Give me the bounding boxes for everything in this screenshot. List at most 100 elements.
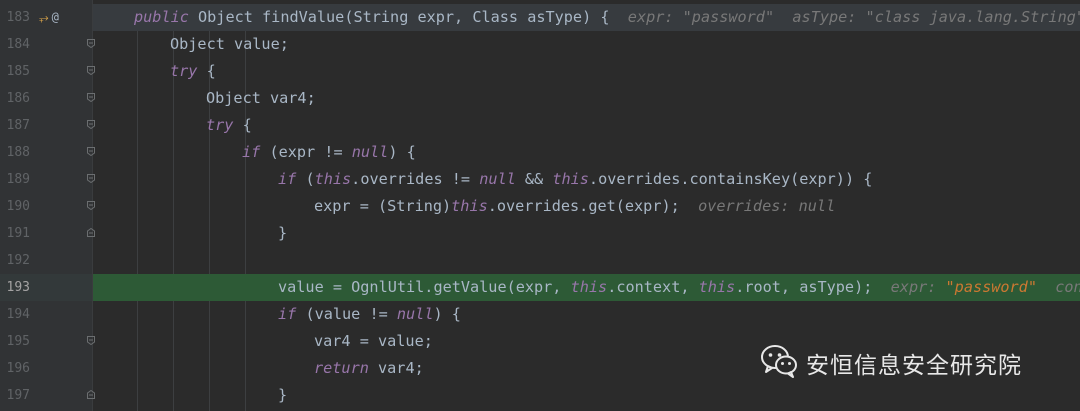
code-token: (value != [296, 305, 397, 323]
watermark-text: 安恒信息安全研究院 [806, 353, 1022, 379]
code-token: .context, [607, 278, 699, 296]
code-token: .overrides != [351, 170, 480, 188]
code-line[interactable]: 194 if (value != null) { [0, 301, 1080, 328]
code-text[interactable]: try { [170, 58, 216, 85]
line-number[interactable]: 197 [0, 382, 30, 409]
code-line[interactable]: 193 value = OgnlUtil.getValue(expr, this.… [0, 274, 1080, 301]
line-number[interactable]: 188 [0, 139, 30, 166]
fold-icon[interactable] [87, 120, 95, 129]
debug-inline-value: expr: "password" [627, 8, 775, 26]
code-line[interactable]: 189 if (this.overrides != null && this.ov… [0, 166, 1080, 193]
code-line[interactable]: 190 expr = (String)this.overrides.get(exp… [0, 193, 1080, 220]
code-token: try [206, 116, 234, 134]
code-token: (String expr, Class asType) { [344, 8, 610, 26]
code-line[interactable]: 188 if (expr != null) { [0, 139, 1080, 166]
line-number[interactable]: 193 [0, 274, 30, 301]
fold-icon[interactable] [87, 201, 95, 210]
line-number[interactable]: 191 [0, 220, 30, 247]
code-token: Object [188, 8, 263, 26]
code-token: if [242, 143, 261, 161]
code-text[interactable]: try { [206, 112, 252, 139]
code-token: this [698, 278, 736, 296]
code-text[interactable]: expr = (String)this.overrides.get(expr);… [314, 193, 835, 220]
code-token: .root, asType); [735, 278, 873, 296]
code-token: && [515, 170, 553, 188]
code-token: ( [296, 170, 315, 188]
code-token: try [170, 62, 198, 80]
code-token: public [134, 8, 189, 26]
override-icon[interactable]: ⥅ [39, 8, 49, 26]
code-text[interactable]: Object value; [170, 31, 289, 58]
line-number[interactable]: 185 [0, 58, 30, 85]
code-line[interactable]: 184 Object value; [0, 31, 1080, 58]
line-number[interactable]: 189 [0, 166, 30, 193]
debug-inline-value: "password" [945, 278, 1037, 296]
line-number[interactable]: 192 [0, 247, 30, 274]
code-line[interactable]: 197} [0, 382, 1080, 409]
code-text[interactable]: } [278, 382, 287, 409]
code-token: this [552, 170, 589, 188]
code-token: { [197, 62, 216, 80]
code-token: null [479, 170, 516, 188]
fold-icon[interactable] [87, 93, 95, 102]
code-token: ) { [433, 305, 461, 323]
code-token: return [314, 359, 369, 377]
line-number[interactable]: 190 [0, 193, 30, 220]
line-number[interactable]: 196 [0, 355, 30, 382]
line-number[interactable]: 187 [0, 112, 30, 139]
code-line[interactable]: 186 Object var4; [0, 85, 1080, 112]
code-token: { [233, 116, 252, 134]
code-text[interactable]: value = OgnlUtil.getValue(expr, this.con… [278, 274, 1080, 301]
code-token: expr = (String) [314, 197, 452, 215]
code-token: null [396, 305, 434, 323]
code-token: findValue [262, 8, 345, 26]
code-token: } [278, 224, 288, 242]
code-text[interactable]: if (value != null) { [278, 301, 461, 328]
code-text[interactable]: return var4; [314, 355, 424, 382]
fold-icon[interactable] [87, 336, 95, 345]
code-text[interactable]: if (this.overrides != null && this.overr… [278, 166, 872, 193]
code-token: this [570, 278, 608, 296]
wechat-icon [760, 344, 798, 382]
code-line[interactable]: 187 try { [0, 112, 1080, 139]
line-number[interactable]: 183 [0, 4, 30, 31]
fold-icon[interactable] [87, 66, 95, 75]
code-token: .overrides.containsKey(expr)) { [588, 170, 873, 188]
code-token: value = OgnlUtil.getValue(expr, [278, 278, 571, 296]
line-number[interactable]: 195 [0, 328, 30, 355]
code-token: Object var4; [206, 89, 316, 107]
fold-icon[interactable] [87, 147, 95, 156]
line-number[interactable]: 186 [0, 85, 30, 112]
code-line[interactable]: 183 ⥅ @ public Object findValue(String expr… [0, 4, 1080, 31]
fold-end-icon[interactable] [87, 228, 95, 237]
code-token: if [278, 170, 297, 188]
debug-inline-value: asType: "class java.lang.String" [792, 8, 1080, 26]
code-text[interactable]: Object var4; [206, 85, 316, 112]
code-token: } [278, 386, 288, 404]
debug-inline-value: overrides: null [698, 197, 836, 215]
code-line[interactable]: 185 try { [0, 58, 1080, 85]
code-text[interactable]: public Object findValue(String expr, Cla… [134, 4, 1080, 31]
gutter-icons: ⥅ @ [39, 8, 59, 26]
fold-icon[interactable] [87, 39, 95, 48]
code-text[interactable]: } [278, 220, 287, 247]
fold-end-icon[interactable] [87, 390, 95, 399]
code-text[interactable]: var4 = value; [314, 328, 433, 355]
code-text[interactable]: if (expr != null) { [242, 139, 416, 166]
code-token: .overrides.get(expr); [487, 197, 680, 215]
annotation-icon[interactable]: @ [52, 8, 59, 26]
watermark: 安恒信息安全研究院 [760, 345, 1022, 381]
code-token: null [351, 143, 389, 161]
code-line[interactable]: 191} [0, 220, 1080, 247]
line-number[interactable]: 184 [0, 31, 30, 58]
line-number[interactable]: 194 [0, 301, 30, 328]
fold-icon[interactable] [87, 174, 95, 183]
debug-inline-value: expr: [890, 278, 946, 296]
code-token: var4; [368, 359, 424, 377]
code-line[interactable]: 192 [0, 247, 1080, 274]
